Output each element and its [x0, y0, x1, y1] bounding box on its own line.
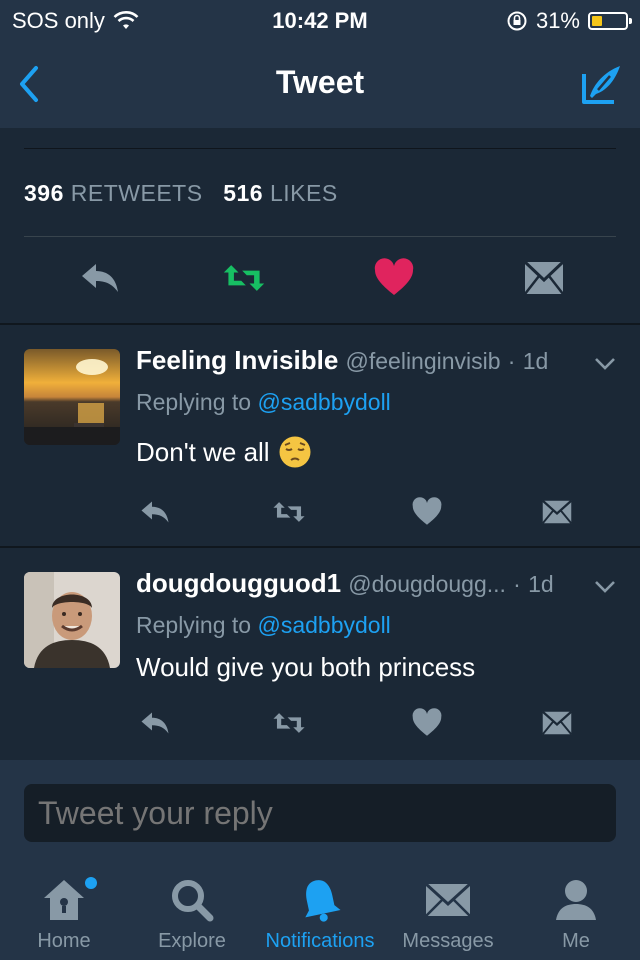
- search-icon: [172, 880, 214, 922]
- tweet-text-content: Don't we all: [136, 436, 270, 467]
- chevron-down-icon[interactable]: [594, 357, 616, 371]
- tweet-text: Don't we all: [136, 435, 312, 469]
- person-photo-avatar-image: [24, 572, 120, 668]
- tweet-time: 1d: [528, 571, 554, 597]
- heart-icon[interactable]: [410, 708, 444, 738]
- reply-icon[interactable]: [138, 497, 172, 527]
- heart-icon[interactable]: [410, 497, 444, 527]
- heart-icon[interactable]: [372, 256, 416, 300]
- tweet-stats-section: 396 RETWEETS 516 LIKES: [0, 128, 640, 324]
- page-title: Tweet: [275, 64, 365, 100]
- tweet-action-bar: [0, 256, 640, 304]
- reply-tweet[interactable]: dougdougguod1 @dougdougg... · 1d Replyin…: [0, 548, 640, 760]
- display-name[interactable]: Feeling Invisible: [136, 345, 338, 375]
- engagement-counts: 396 RETWEETS 516 LIKES: [24, 180, 338, 207]
- rotation-lock-icon: [507, 11, 527, 31]
- retweets-label[interactable]: RETWEETS: [71, 180, 203, 206]
- reply-tweet[interactable]: Feeling Invisible @feelinginvisib · 1d R…: [0, 325, 640, 546]
- pensive-face-emoji: [279, 436, 311, 468]
- likes-label[interactable]: LIKES: [270, 180, 338, 206]
- tweet-reply-input[interactable]: [24, 784, 616, 842]
- user-handle[interactable]: @feelinginvisib: [346, 348, 501, 374]
- display-name[interactable]: dougdougguod1: [136, 568, 341, 598]
- tweet-text: Would give you both princess: [136, 652, 475, 683]
- sunset-avatar-image: [24, 349, 120, 445]
- tab-label: Me: [562, 930, 590, 952]
- user-handle[interactable]: @dougdougg...: [348, 571, 506, 597]
- time-separator: ·: [507, 348, 516, 374]
- tab-label: Messages: [402, 930, 494, 952]
- tweet-header: dougdougguod1 @dougdougg... · 1d: [136, 568, 620, 599]
- status-right: 31%: [506, 8, 632, 34]
- retweet-icon[interactable]: [272, 497, 306, 527]
- mention-link[interactable]: @sadbbydoll: [257, 389, 390, 415]
- retweets-count[interactable]: 396: [24, 180, 64, 206]
- tab-label: Explore: [158, 930, 226, 952]
- avatar[interactable]: [24, 349, 120, 445]
- tab-explore[interactable]: Explore: [128, 860, 256, 960]
- chevron-down-icon[interactable]: [594, 580, 616, 594]
- avatar[interactable]: [24, 572, 120, 668]
- person-icon: [556, 880, 596, 920]
- home-icon: [44, 880, 84, 920]
- compose-quill-icon[interactable]: [580, 62, 624, 106]
- time-separator: ·: [513, 571, 521, 597]
- mention-link[interactable]: @sadbbydoll: [257, 612, 390, 638]
- bell-icon: [305, 880, 341, 922]
- retweet-icon[interactable]: [272, 708, 306, 738]
- replying-prefix: Replying to: [136, 612, 252, 638]
- divider: [24, 148, 616, 149]
- battery-percent: 31%: [535, 8, 580, 33]
- envelope-icon[interactable]: [522, 256, 566, 300]
- tweet-header: Feeling Invisible @feelinginvisib · 1d: [136, 345, 620, 376]
- retweet-icon[interactable]: [222, 256, 266, 300]
- reply-icon[interactable]: [78, 256, 122, 300]
- tab-label: Home: [37, 930, 91, 952]
- nav-bar: Tweet: [0, 40, 640, 128]
- tab-bar: Home Explore Notifications Messages Me: [0, 860, 640, 960]
- reply-composer: [0, 760, 640, 860]
- tab-messages[interactable]: Messages: [384, 860, 512, 960]
- status-bar: SOS only 10:42 PM 31%: [0, 0, 640, 40]
- tab-notifications[interactable]: Notifications: [256, 860, 384, 960]
- tab-home[interactable]: Home: [0, 860, 128, 960]
- tab-me[interactable]: Me: [512, 860, 640, 960]
- envelope-icon[interactable]: [540, 497, 574, 527]
- replying-to: Replying to @sadbbydoll: [136, 389, 391, 416]
- tweet-time: 1d: [522, 348, 549, 374]
- notification-dot-badge: [85, 877, 97, 889]
- likes-count[interactable]: 516: [223, 180, 263, 206]
- reply-icon[interactable]: [138, 708, 172, 738]
- envelope-icon[interactable]: [540, 708, 574, 738]
- envelope-icon: [424, 882, 472, 917]
- battery-icon: [588, 12, 632, 30]
- tweet-text-content: Would give you both princess: [136, 652, 476, 682]
- tab-label: Notifications: [265, 930, 375, 952]
- replying-prefix: Replying to: [136, 389, 252, 415]
- replying-to: Replying to @sadbbydoll: [136, 612, 391, 639]
- divider: [24, 236, 616, 237]
